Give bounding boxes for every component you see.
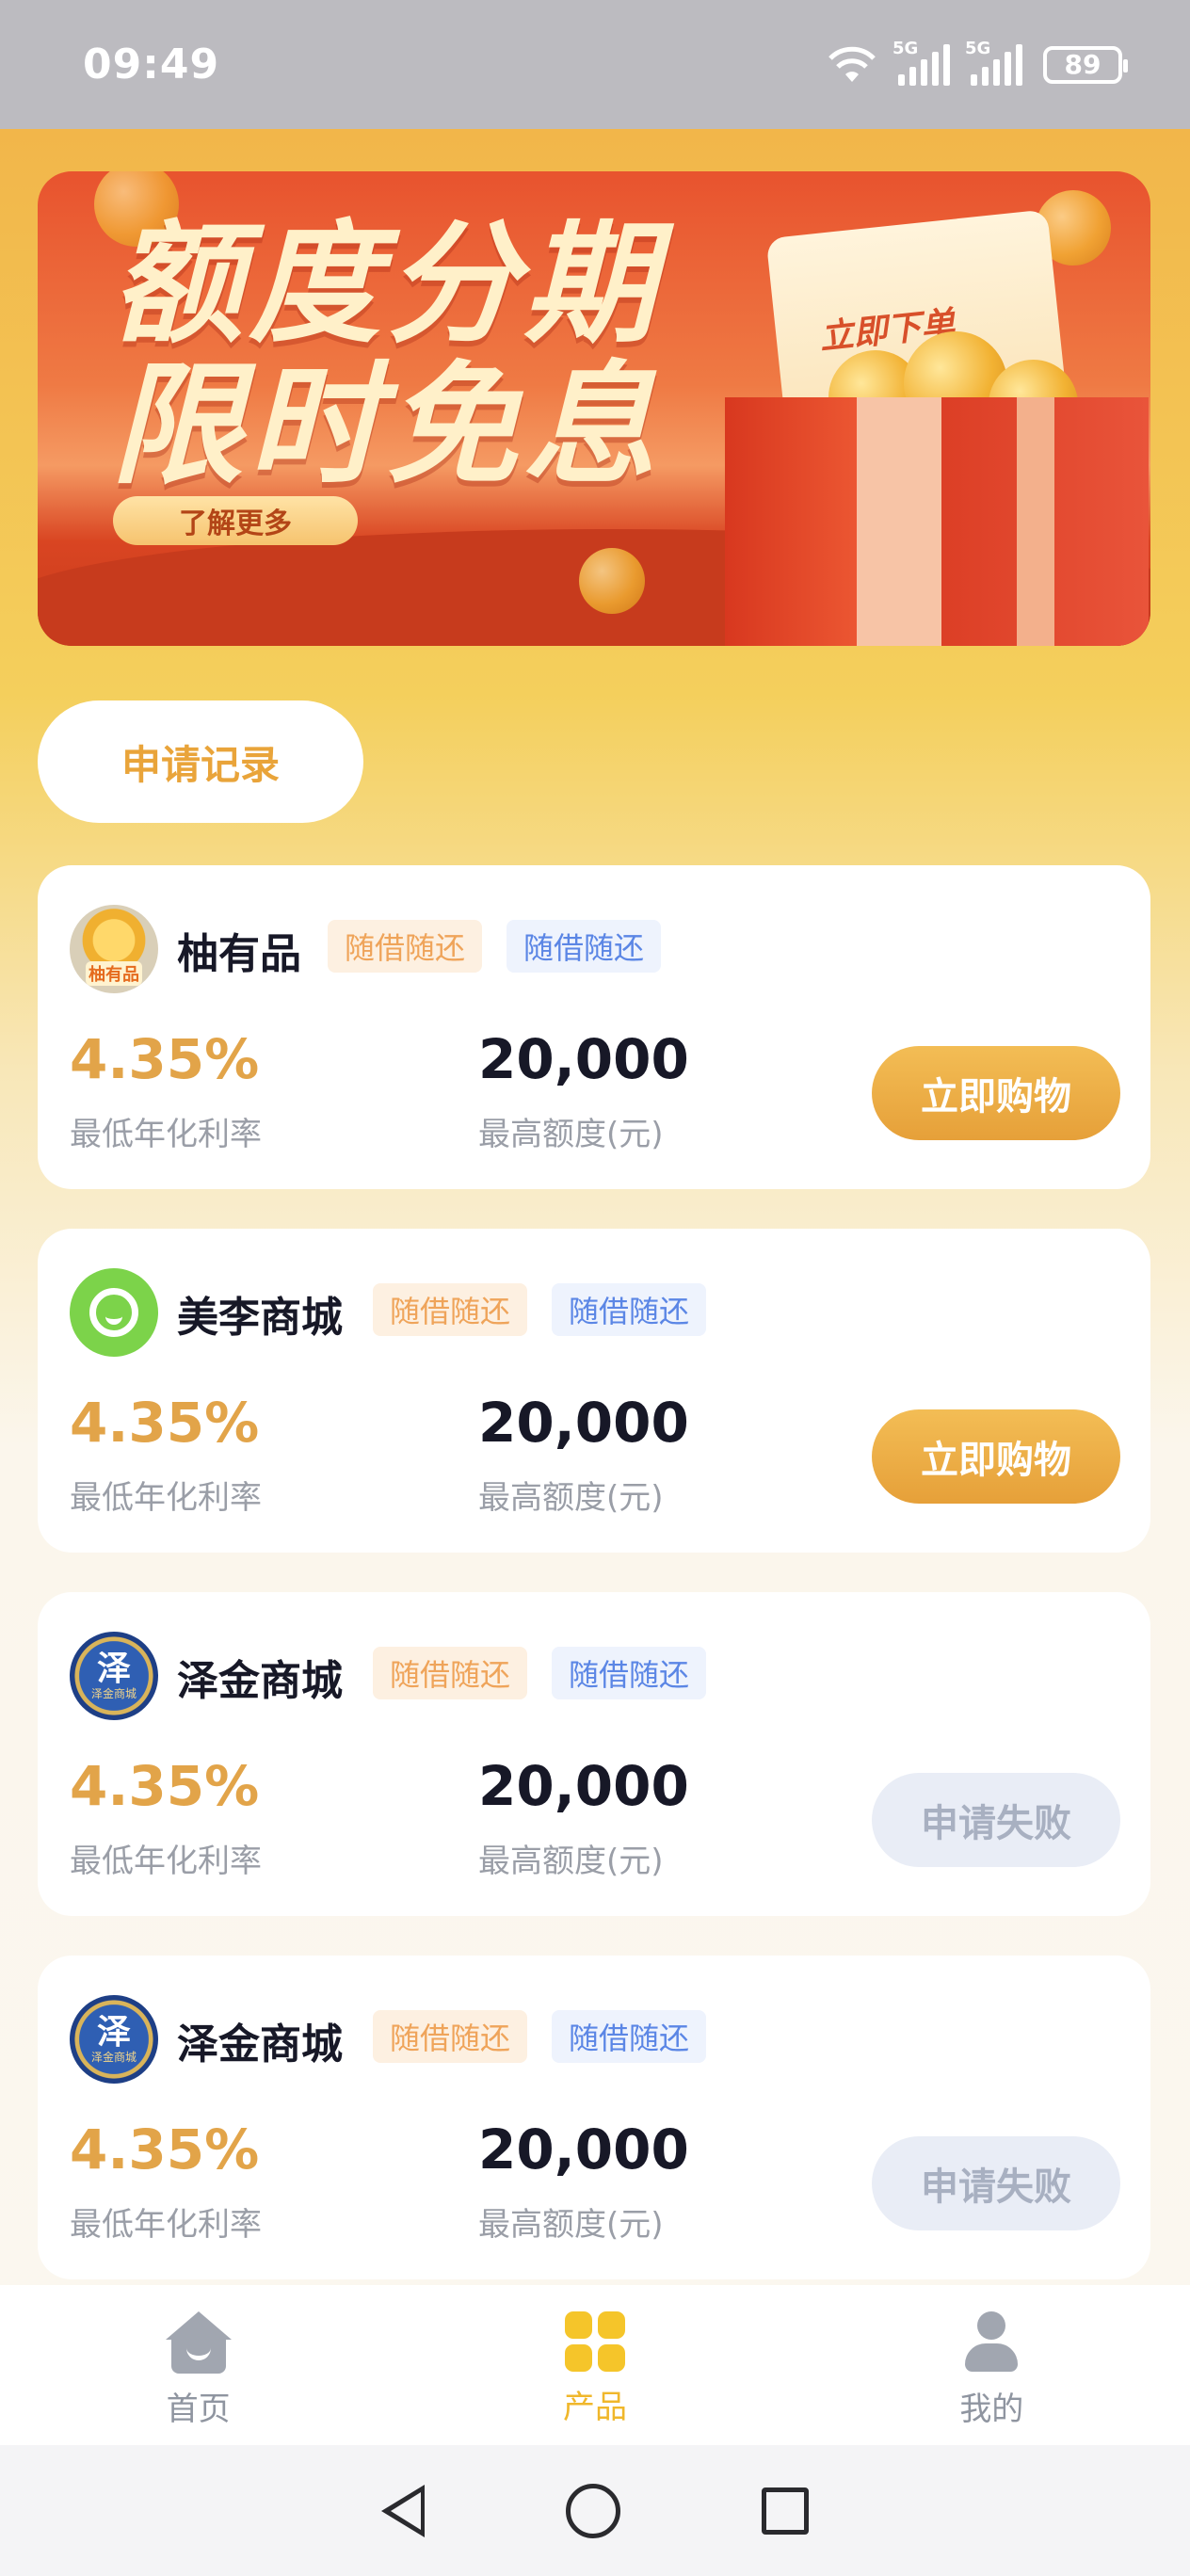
logo-text: 泽 [96, 1650, 131, 1688]
repayment-tag: 随借随还 [373, 1647, 528, 1699]
repayment-tag: 随借随还 [552, 1283, 707, 1336]
learn-more-button[interactable]: 了解更多 [113, 496, 358, 545]
repayment-tag: 随借随还 [552, 1647, 707, 1699]
product-card: 美李商城 随借随还 随借随还 4.35% 最低年化利率 20,000 最高额度(… [38, 1229, 1150, 1553]
max-amount-label: 最高额度(元) [478, 1116, 664, 1153]
repayment-tag: 随借随还 [552, 2010, 707, 2063]
cellular-signal-icon: 5G [892, 39, 950, 86]
network-label: 5G [965, 38, 991, 58]
max-amount: 20,000 [478, 1027, 689, 1091]
shop-now-button[interactable]: 立即购物 [872, 1409, 1120, 1504]
product-name: 柚有品 [177, 930, 301, 978]
youyoupin-logo-icon: 柚有品 [70, 905, 158, 993]
banner-title: 额度分期 限时免息 [111, 215, 661, 497]
battery-icon: 89 [1043, 45, 1128, 84]
bottom-tab-bar: 首页 产品 我的 [0, 2285, 1190, 2445]
logo-subtext: 泽金商城 [90, 1687, 137, 1700]
user-icon [963, 2311, 1020, 2374]
max-amount: 20,000 [478, 1754, 689, 1818]
tab-me[interactable]: 我的 [794, 2285, 1190, 2445]
interest-rate: 4.35% [70, 1027, 260, 1091]
back-icon[interactable] [381, 2484, 425, 2537]
status-bar: 09:49 5G 5G 89 [0, 0, 1190, 129]
tab-home[interactable]: 首页 [0, 2285, 396, 2445]
recent-apps-icon[interactable] [762, 2487, 809, 2535]
max-amount-label: 最高额度(元) [478, 1479, 664, 1517]
tab-home-label: 首页 [166, 2391, 231, 2428]
shop-now-button[interactable]: 立即购物 [872, 1046, 1120, 1140]
gift-ribbon [857, 397, 941, 646]
product-name: 泽金商城 [177, 2021, 343, 2069]
product-card: 柚有品 柚有品 随借随还 随借随还 4.35% 最低年化利率 20,000 最高… [38, 865, 1150, 1189]
banner-title-line2: 限时免息 [111, 349, 662, 503]
grid-icon [564, 2311, 625, 2372]
coin-icon [579, 548, 645, 614]
repayment-tag: 随借随还 [373, 1283, 528, 1336]
interest-rate-label: 最低年化利率 [70, 1479, 262, 1517]
interest-rate: 4.35% [70, 1391, 260, 1455]
product-name: 美李商城 [177, 1294, 343, 1342]
logo-text: 泽 [96, 2013, 131, 2052]
promo-banner[interactable]: 额度分期 限时免息 了解更多 立即下单 [38, 171, 1150, 646]
max-amount-label: 最高额度(元) [478, 2206, 664, 2244]
cellular-signal-icon: 5G [965, 39, 1022, 86]
repayment-tag: 随借随还 [328, 920, 483, 973]
application-failed-button[interactable]: 申请失败 [872, 1773, 1120, 1867]
meili-logo-icon [70, 1268, 158, 1357]
status-time: 09:49 [83, 40, 220, 89]
banner-title-line1: 额度分期 [111, 208, 662, 362]
interest-rate-label: 最低年化利率 [70, 1843, 262, 1880]
application-failed-button[interactable]: 申请失败 [872, 2136, 1120, 2230]
logo-text: 柚有品 [86, 961, 142, 986]
interest-rate: 4.35% [70, 1754, 260, 1818]
gift-ribbon [1017, 397, 1054, 646]
product-name: 泽金商城 [177, 1657, 343, 1705]
wifi-icon [828, 46, 876, 82]
tab-products[interactable]: 产品 [396, 2285, 793, 2445]
tab-products-label: 产品 [562, 2389, 627, 2426]
interest-rate-label: 最低年化利率 [70, 2206, 262, 2244]
home-circle-icon[interactable] [566, 2483, 620, 2538]
max-amount-label: 最高额度(元) [478, 1843, 664, 1880]
interest-rate-label: 最低年化利率 [70, 1116, 262, 1153]
product-card: 泽 泽金商城 泽金商城 随借随还 随借随还 4.35% 最低年化利率 20,00… [38, 1592, 1150, 1916]
max-amount: 20,000 [478, 2117, 689, 2182]
max-amount: 20,000 [478, 1391, 689, 1455]
application-record-button[interactable]: 申请记录 [38, 700, 363, 823]
product-card: 泽 泽金商城 泽金商城 随借随还 随借随还 4.35% 最低年化利率 20,00… [38, 1956, 1150, 2279]
system-navigation-bar [0, 2445, 1190, 2576]
status-icons: 5G 5G 89 [827, 39, 1128, 86]
logo-subtext: 泽金商城 [90, 2051, 137, 2064]
zejin-logo-icon: 泽 泽金商城 [70, 1632, 158, 1720]
network-label: 5G [892, 38, 919, 58]
tab-me-label: 我的 [959, 2391, 1024, 2428]
home-icon [165, 2311, 232, 2374]
repayment-tag: 随借随还 [507, 920, 662, 973]
repayment-tag: 随借随还 [373, 2010, 528, 2063]
interest-rate: 4.35% [70, 2117, 260, 2182]
zejin-logo-icon: 泽 泽金商城 [70, 1995, 158, 2084]
